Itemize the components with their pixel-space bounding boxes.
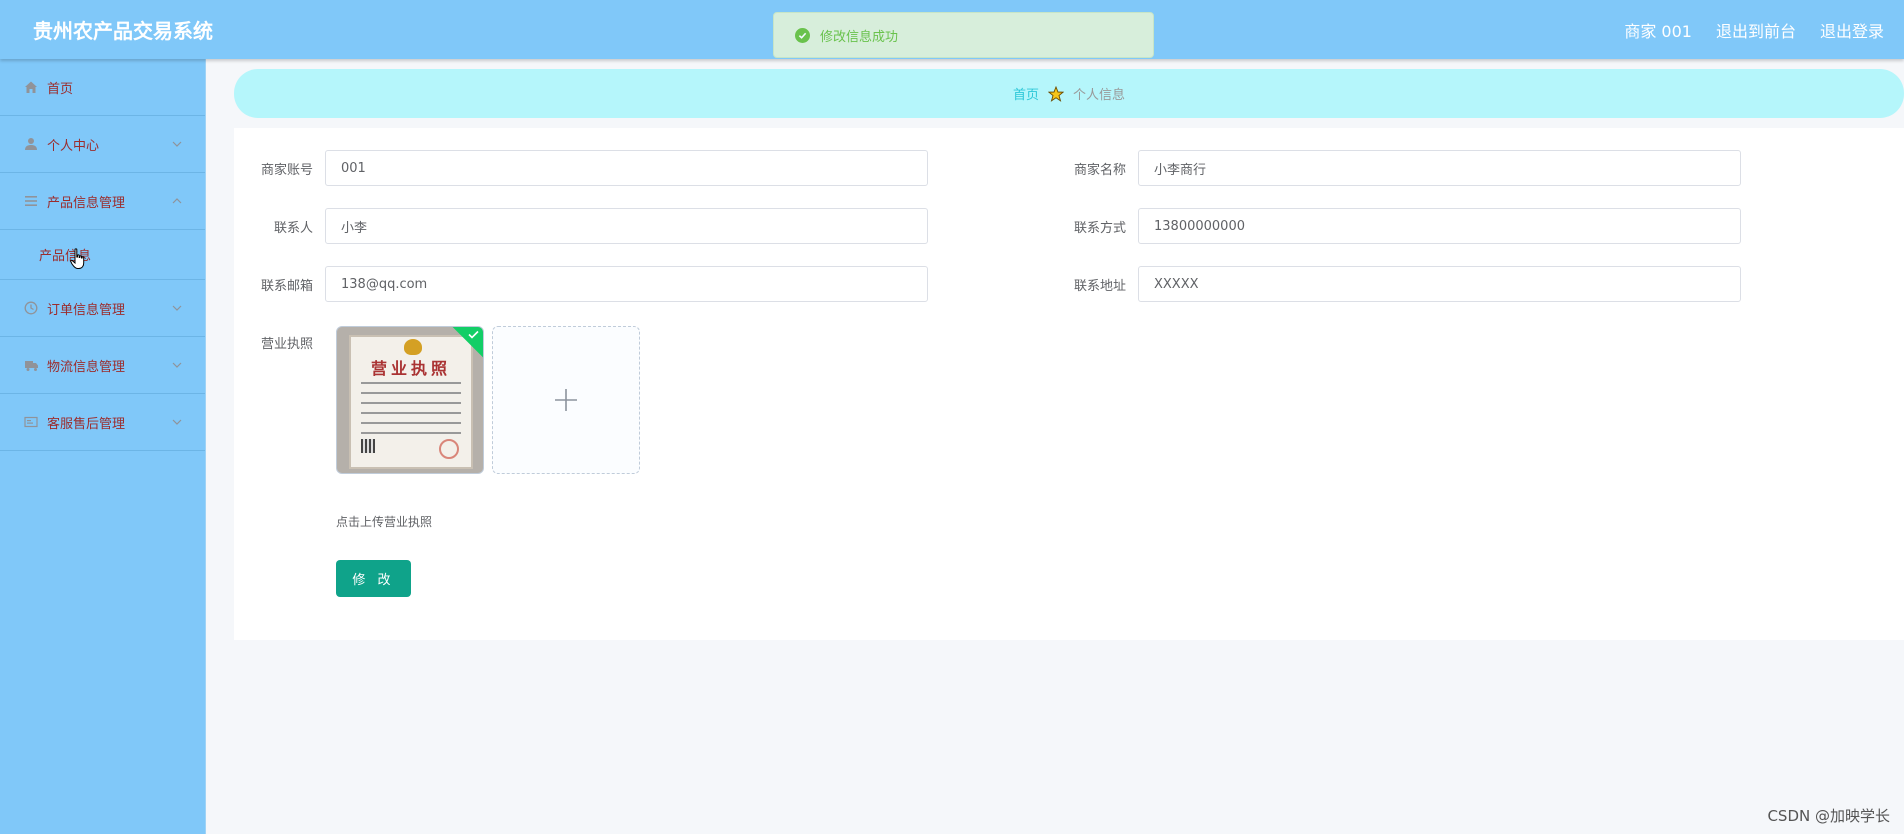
sidebar-item-label: 订单信息管理: [47, 302, 126, 318]
user-icon: [23, 136, 39, 152]
current-user-label[interactable]: 商家 001: [1624, 18, 1692, 42]
card-icon: [23, 414, 39, 430]
qr-code-icon: [361, 439, 375, 453]
list-icon: [23, 193, 39, 209]
sidebar-item-home[interactable]: 首页: [0, 59, 205, 116]
sidebar-item-personal-center[interactable]: 个人中心: [0, 116, 205, 173]
merchant-name-label: 商家名称: [1073, 162, 1126, 178]
account-label: 商家账号: [260, 162, 313, 178]
contact-label: 联系人: [273, 220, 313, 236]
submit-button[interactable]: 修 改: [336, 560, 411, 597]
phone-input[interactable]: [1138, 208, 1741, 244]
account-input[interactable]: [325, 150, 928, 186]
home-icon: [23, 79, 39, 95]
top-right-links: 商家 001 退出到前台 退出登录: [1624, 18, 1884, 42]
sidebar-item-label: 客服售后管理: [47, 416, 126, 432]
phone-label: 联系方式: [1073, 220, 1126, 236]
seal-icon: [439, 439, 459, 459]
license-image-title: 营业执照: [371, 359, 452, 378]
upload-tip: 点击上传营业执照: [336, 515, 433, 529]
truck-icon: [23, 357, 39, 373]
email-label: 联系邮箱: [260, 278, 313, 294]
form-row-email: 联系邮箱: [234, 266, 928, 302]
sidebar-item-product-management[interactable]: 产品信息管理: [0, 173, 205, 230]
check-icon: [468, 330, 479, 339]
chevron-down-icon: [172, 141, 182, 147]
form-row-name: 商家名称: [1047, 150, 1741, 186]
sidebar-item-label: 物流信息管理: [47, 359, 126, 375]
toast-message: 修改信息成功: [820, 29, 899, 45]
breadcrumb-home-link[interactable]: 首页: [1013, 84, 1039, 103]
watermark: CSDN @加映学长: [1767, 807, 1890, 825]
address-label: 联系地址: [1073, 278, 1126, 294]
hand-cursor-icon: [70, 248, 85, 269]
merchant-name-input[interactable]: [1138, 150, 1741, 186]
chevron-down-icon: [172, 362, 182, 368]
chevron-down-icon: [172, 305, 182, 311]
chevron-up-icon: [172, 198, 182, 204]
upload-trigger[interactable]: [492, 326, 640, 474]
sidebar: 首页 个人中心 产品信息管理 产品信息 订单信息管理 物流信息管理 客服售后管理: [0, 59, 206, 834]
sidebar-item-label: 个人中心: [47, 138, 100, 154]
exit-to-front-link[interactable]: 退出到前台: [1716, 18, 1796, 42]
sidebar-subitem-product-info[interactable]: 产品信息: [0, 230, 205, 280]
breadcrumb: 首页 个人信息: [234, 69, 1904, 118]
form-row-address: 联系地址: [1047, 266, 1741, 302]
license-thumbnail[interactable]: 营业执照: [336, 326, 484, 474]
breadcrumb-current: 个人信息: [1073, 88, 1126, 103]
sidebar-item-order-management[interactable]: 订单信息管理: [0, 280, 205, 337]
form-row-account: 商家账号: [234, 150, 928, 186]
success-toast: 修改信息成功: [773, 12, 1154, 58]
license-label: 营业执照: [260, 337, 313, 352]
email-input[interactable]: [325, 266, 928, 302]
sidebar-item-label: 首页: [47, 81, 74, 97]
chevron-down-icon: [172, 419, 182, 425]
logout-link[interactable]: 退出登录: [1820, 18, 1884, 42]
license-upload-area: 营业执照: [336, 326, 640, 474]
form-row-contact: 联系人: [234, 208, 928, 244]
emblem-icon: [404, 339, 422, 355]
app-title: 贵州农产品交易系统: [33, 19, 213, 43]
sidebar-item-service-management[interactable]: 客服售后管理: [0, 394, 205, 451]
star-icon: [1048, 85, 1064, 102]
sidebar-item-label: 产品信息管理: [47, 195, 126, 211]
check-circle-icon: [795, 27, 810, 43]
form-row-phone: 联系方式: [1047, 208, 1741, 244]
clock-icon: [23, 300, 39, 316]
plus-icon: [555, 389, 577, 411]
license-text-lines: [361, 382, 461, 442]
profile-form: 商家账号 商家名称 联系人 联系方式 联系邮箱 联系地址 营业执照 营业执照: [234, 128, 1904, 640]
contact-input[interactable]: [325, 208, 928, 244]
sidebar-item-logistics-management[interactable]: 物流信息管理: [0, 337, 205, 394]
license-image: 营业执照: [349, 335, 473, 469]
address-input[interactable]: [1138, 266, 1741, 302]
form-row-license: 营业执照: [234, 333, 325, 352]
